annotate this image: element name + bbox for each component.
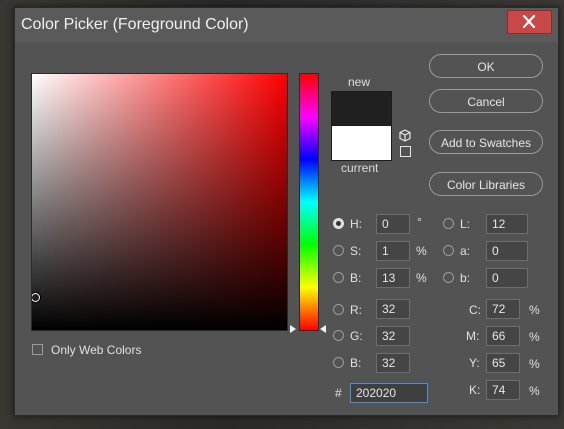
saturation-input[interactable]: 1 [376,241,410,261]
hue-input[interactable]: 0 [376,214,410,234]
blue-radio[interactable] [333,357,344,368]
hex-input[interactable]: 202020 [350,383,428,403]
brightness-input[interactable]: 13 [376,268,410,288]
new-color-swatch [331,91,392,127]
a-channel-input[interactable]: 0 [486,241,528,261]
add-to-swatches-button[interactable]: Add to Swatches [429,130,543,154]
a-channel-label: a: [460,244,471,258]
lightness-radio[interactable] [443,218,454,229]
current-color-label: current [341,161,379,175]
hue-unit: ° [417,215,422,229]
close-icon [522,15,536,28]
title-bar: Color Picker (Foreground Color) [15,8,558,42]
only-web-colors-label: Only Web Colors [51,343,142,357]
lightness-input[interactable]: 12 [486,214,528,234]
hex-label: # [335,386,342,400]
red-radio[interactable] [333,304,344,315]
hue-slider-right-arrow[interactable] [320,325,326,333]
yellow-input[interactable]: 65 [486,353,520,373]
saturation-radio[interactable] [333,245,344,256]
only-web-colors-checkbox[interactable] [32,344,43,355]
yellow-unit: % [529,357,540,371]
saturation-label: S: [350,244,362,258]
b-channel-input[interactable]: 0 [486,268,528,288]
black-label: K: [469,383,481,397]
brightness-label: B: [350,271,362,285]
b-channel-label: b: [460,271,471,285]
color-field[interactable] [31,73,288,331]
window-title: Color Picker (Foreground Color) [21,16,249,33]
a-channel-radio[interactable] [443,245,454,256]
magenta-input[interactable]: 66 [486,326,520,346]
black-unit: % [529,384,540,398]
cyan-input[interactable]: 72 [486,299,520,319]
brightness-unit: % [416,271,427,285]
green-label: G: [350,329,363,343]
color-picker-dialog: Color Picker (Foreground Color) new curr… [14,7,559,416]
current-color-swatch[interactable] [331,125,392,161]
magenta-label: M: [466,329,480,343]
magenta-unit: % [529,330,540,344]
brightness-radio[interactable] [333,272,344,283]
black-input[interactable]: 74 [486,380,520,400]
ok-button[interactable]: OK [429,54,543,78]
color-libraries-button[interactable]: Color Libraries [429,172,543,196]
cyan-unit: % [529,303,540,317]
saturation-unit: % [416,244,427,258]
red-input[interactable]: 32 [376,299,410,319]
new-color-label: new [348,75,371,89]
yellow-label: Y: [469,356,480,370]
color-field-cursor[interactable] [32,292,40,302]
cube-icon[interactable] [399,129,411,142]
hue-label: H: [350,217,362,231]
lightness-label: L: [460,217,471,231]
b-channel-radio[interactable] [443,272,454,283]
cancel-button[interactable]: Cancel [429,89,543,113]
hue-slider[interactable] [299,73,319,331]
cyan-label: C: [469,303,481,317]
green-radio[interactable] [333,330,344,341]
hue-slider-left-arrow[interactable] [290,325,296,333]
blue-label: B: [350,356,362,370]
red-label: R: [350,303,362,317]
color-field-brightness-gradient [32,74,287,330]
green-input[interactable]: 32 [376,326,410,346]
hue-radio[interactable] [333,218,344,229]
blue-input[interactable]: 32 [376,353,410,373]
web-safe-swatch-icon[interactable] [400,146,411,157]
close-button[interactable] [507,10,552,34]
